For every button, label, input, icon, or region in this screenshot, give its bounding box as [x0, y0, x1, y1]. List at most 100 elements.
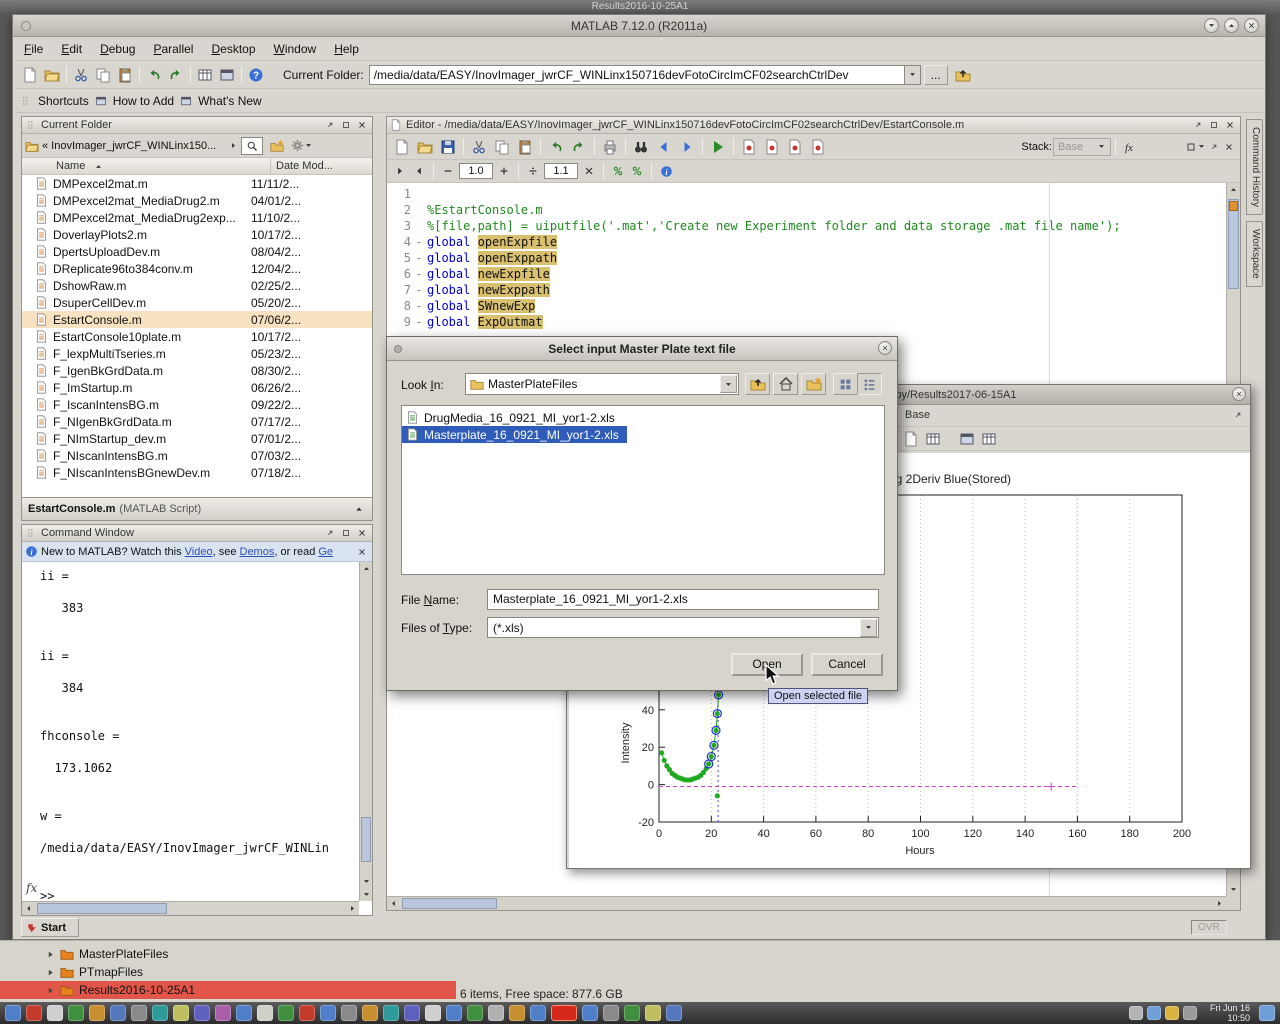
file-row[interactable]: F_ImStartup.m06/26/2...	[22, 379, 372, 396]
taskbar-app-icon[interactable]	[89, 1005, 105, 1021]
menu-file[interactable]: File	[15, 39, 52, 59]
panel-maximize-button[interactable]	[339, 527, 353, 540]
column-header-name[interactable]: Name	[56, 160, 85, 172]
grid-view-button[interactable]	[833, 373, 858, 395]
column-divider[interactable]	[270, 158, 271, 175]
scroll-right-arrow[interactable]	[1213, 897, 1226, 910]
file-row[interactable]: DMPexcel2mat_MediaDrug2exp...11/10/2...	[22, 209, 372, 226]
code-line[interactable]: 9-global ExpOutmat	[387, 314, 1226, 330]
editor-maximize-button[interactable]	[1207, 119, 1221, 132]
editor-run-button[interactable]	[707, 136, 729, 157]
scroll-down-arrow[interactable]	[360, 888, 373, 901]
scroll-down-arrow[interactable]	[1227, 883, 1240, 896]
tree-item[interactable]: MasterPlateFiles	[0, 945, 456, 963]
breadcrumb[interactable]: « InovImager_jwrCF_WINLinx150...	[42, 140, 226, 152]
menu-help[interactable]: Help	[325, 39, 368, 59]
dialog-close-button[interactable]	[878, 341, 892, 355]
file-row[interactable]: DMPexcel2mat_MediaDrug2.m04/01/2...	[22, 192, 372, 209]
file-row[interactable]: F_IscanIntensBG.m09/22/2...	[22, 396, 372, 413]
cell-value-2-input[interactable]: 1.1	[544, 163, 578, 179]
taskbar-app-icon[interactable]	[173, 1005, 189, 1021]
taskbar-app-icon[interactable]	[425, 1005, 441, 1021]
banner-link[interactable]: Ge	[318, 546, 333, 558]
up-one-level-button[interactable]	[745, 373, 770, 395]
search-box[interactable]	[241, 137, 263, 155]
cell-info-button[interactable]: i	[658, 163, 674, 179]
code-line[interactable]: 1	[387, 186, 1226, 202]
console-horizontal-scrollbar[interactable]	[22, 901, 359, 915]
scroll-right-arrow[interactable]	[346, 902, 359, 915]
breakpoint-button[interactable]	[738, 136, 760, 157]
scroll-left-arrow[interactable]	[22, 902, 35, 915]
cut-button[interactable]	[70, 64, 92, 85]
matlab-titlebar[interactable]: MATLAB 7.12.0 (R2011a)	[13, 15, 1265, 37]
file-row[interactable]: F_NImStartup_dev.m07/01/2...	[22, 430, 372, 447]
editor-close-file-button[interactable]	[1222, 140, 1236, 153]
editor-dock-button[interactable]	[1207, 140, 1221, 153]
banner-link[interactable]: Video	[185, 546, 213, 558]
file-row[interactable]: F_NIscanIntensBG.m07/03/2...	[22, 447, 372, 464]
taskbar-app-icon[interactable]	[446, 1005, 462, 1021]
decrease-value-button[interactable]	[440, 163, 456, 179]
code-line[interactable]: 3%[file,path] = uiputfile('.mat','Create…	[387, 218, 1226, 234]
taskbar-app-icon[interactable]	[404, 1005, 420, 1021]
scroll-up-arrow[interactable]	[360, 562, 373, 575]
command-history-tab[interactable]: Command History	[1246, 119, 1263, 215]
taskbar-app-icon[interactable]	[467, 1005, 483, 1021]
code-line[interactable]: 6-global newExpfile	[387, 266, 1226, 282]
current-folder-header[interactable]: Current Folder	[22, 117, 372, 134]
editor-new-button[interactable]	[391, 136, 413, 157]
dialog-file-row[interactable]: DrugMedia_16_0921_MI_yor1-2.xls	[402, 409, 623, 426]
guide-button[interactable]	[216, 64, 238, 85]
code-line[interactable]: 7-global newExppath	[387, 282, 1226, 298]
file-row[interactable]: DshowRaw.m02/25/2...	[22, 277, 372, 294]
insert-cell-button[interactable]	[411, 163, 427, 179]
editor-print-button[interactable]	[599, 136, 621, 157]
taskbar-app-icon[interactable]	[582, 1005, 598, 1021]
taskbar-app-icon[interactable]	[341, 1005, 357, 1021]
file-row[interactable]: DpertsUploadDev.m08/04/2...	[22, 243, 372, 260]
code-line[interactable]: 4-global openExpfile	[387, 234, 1226, 250]
console-output[interactable]: ii = 383 ii = 384 fhconsole = 173.1062 w…	[22, 562, 359, 901]
editor-undock-button[interactable]	[1191, 119, 1205, 132]
scrollbar-thumb[interactable]	[37, 903, 167, 914]
editor-open-button[interactable]	[414, 136, 436, 157]
folder-actions-button[interactable]	[291, 135, 313, 156]
maximize-button[interactable]	[1224, 18, 1239, 33]
figure-close-button[interactable]	[1232, 387, 1246, 401]
code-line[interactable]: 8-global SWnewExp	[387, 298, 1226, 314]
editor-copy-button[interactable]	[491, 136, 513, 157]
file-row[interactable]: F_IgenBkGrdData.m08/30/2...	[22, 362, 372, 379]
editor-layout-button[interactable]	[1184, 136, 1206, 157]
console-vertical-scrollbar[interactable]	[359, 562, 372, 901]
tray-icon[interactable]	[1183, 1006, 1197, 1020]
panel-close-button[interactable]	[355, 527, 369, 540]
close-button[interactable]	[1244, 18, 1259, 33]
column-header-date[interactable]: Date Mod...	[276, 160, 333, 172]
taskbar-app-icon[interactable]	[152, 1005, 168, 1021]
figure-pin-button[interactable]	[1231, 408, 1245, 421]
tree-item[interactable]: PTmapFiles	[0, 963, 456, 981]
fx-prompt-icon[interactable]: fx	[26, 881, 37, 895]
file-list-column-headers[interactable]: Name Date Mod...	[22, 158, 372, 175]
panel-undock-button[interactable]	[323, 119, 337, 132]
scroll-left-arrow[interactable]	[387, 897, 400, 910]
editor-header[interactable]: Editor - /media/data/EASY/InovImager_jwr…	[387, 117, 1240, 134]
tree-item[interactable]: Results2016-10-25A1	[0, 981, 456, 999]
taskbar-app-icon[interactable]	[215, 1005, 231, 1021]
taskbar-app-icon[interactable]	[299, 1005, 315, 1021]
shortcut-how-to-add[interactable]: How to Add	[113, 94, 174, 108]
home-button[interactable]	[773, 373, 798, 395]
file-row[interactable]: DsuperCellDev.m05/20/2...	[22, 294, 372, 311]
up-directory-button[interactable]	[952, 64, 974, 85]
taskbar-app-icon[interactable]	[488, 1005, 504, 1021]
editor-forward-button[interactable]	[676, 136, 698, 157]
chevron-right-icon[interactable]	[229, 141, 238, 150]
multiply-value-button[interactable]	[581, 163, 597, 179]
cell-value-1-input[interactable]: 1.0	[459, 163, 493, 179]
cancel-button[interactable]: Cancel	[811, 653, 883, 676]
taskbar-app-icon[interactable]	[645, 1005, 661, 1021]
taskbar-app-icon[interactable]	[624, 1005, 640, 1021]
scrollbar-thumb[interactable]	[402, 898, 497, 909]
editor-paste-button[interactable]	[514, 136, 536, 157]
